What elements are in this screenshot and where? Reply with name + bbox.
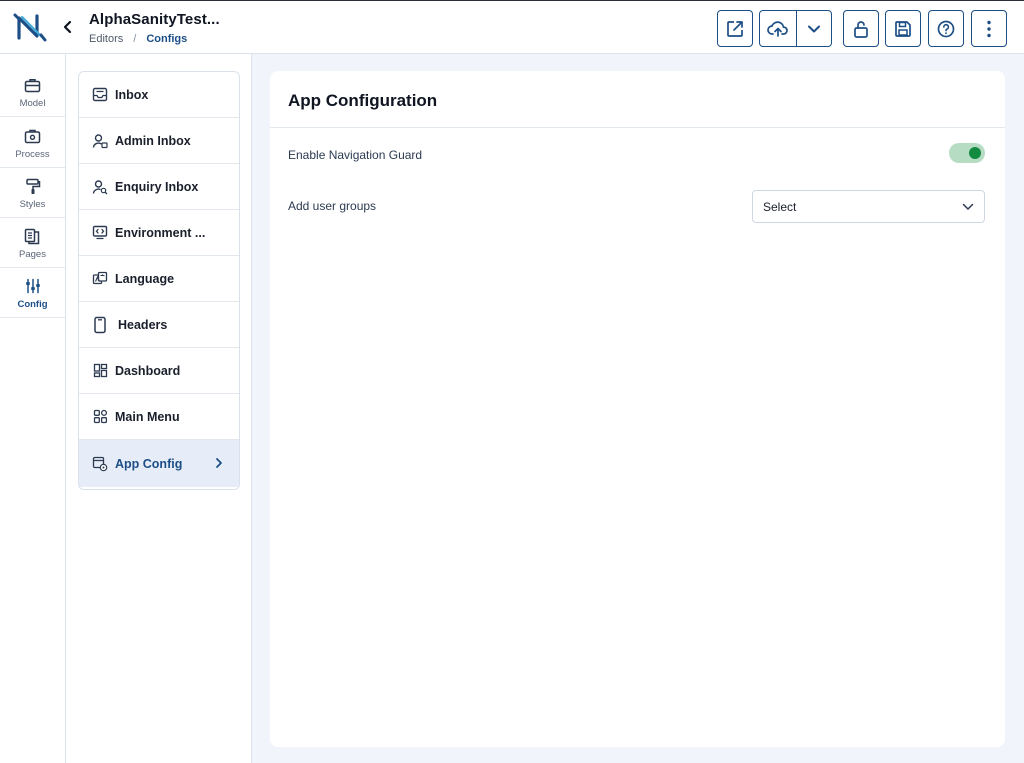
briefcase-icon <box>24 76 42 94</box>
rail-label-config: Config <box>17 299 48 310</box>
config-item-headers[interactable]: Headers <box>79 302 239 348</box>
config-list-panel: Inbox Admin Inbox Enquiry Inbox Environm… <box>66 54 252 763</box>
title-divider <box>270 127 1005 128</box>
chevron-down-icon <box>962 201 974 213</box>
config-item-main-menu[interactable]: Main Menu <box>79 394 239 440</box>
page-title: App Configuration <box>288 91 438 110</box>
pages-icon <box>24 227 42 245</box>
more-options-button[interactable] <box>971 10 1007 47</box>
breadcrumb-separator: / <box>133 33 137 45</box>
publish-split-button <box>759 10 832 47</box>
mobile-icon <box>92 316 108 333</box>
sliders-icon <box>24 277 42 295</box>
chevron-down-icon <box>807 25 820 32</box>
user-groups-label: Add user groups <box>288 199 377 213</box>
rail-label-model: Model <box>19 98 46 109</box>
config-item-label: Headers <box>118 317 168 332</box>
top-header: AlphaSanityTest... Editors / Configs <box>0 0 1024 54</box>
unlock-button[interactable] <box>843 10 879 47</box>
rail-item-config[interactable]: Config <box>0 268 65 318</box>
admin-user-icon <box>92 133 108 149</box>
help-button[interactable] <box>928 10 964 47</box>
rail-item-pages[interactable]: Pages <box>0 218 65 268</box>
breadcrumb-configs: Configs <box>146 33 188 45</box>
chevron-left-icon <box>63 20 72 34</box>
inbox-icon <box>92 87 108 103</box>
config-item-label: Main Menu <box>115 409 180 424</box>
publish-options-button[interactable] <box>795 11 832 46</box>
config-item-app-config[interactable]: App Config <box>79 440 239 487</box>
chevron-right-icon <box>213 456 225 470</box>
rail-label-process: Process <box>15 149 50 160</box>
config-list: Inbox Admin Inbox Enquiry Inbox Environm… <box>78 71 240 490</box>
cloud-upload-icon <box>766 20 788 37</box>
config-item-label: App Config <box>115 456 183 471</box>
rail-label-styles: Styles <box>19 199 46 210</box>
config-item-label: Dashboard <box>115 363 181 378</box>
publish-button[interactable] <box>760 11 796 46</box>
back-button[interactable] <box>58 17 76 37</box>
config-item-admin-inbox[interactable]: Admin Inbox <box>79 118 239 164</box>
config-item-enquiry-inbox[interactable]: Enquiry Inbox <box>79 164 239 210</box>
app-title: AlphaSanityTest... <box>89 11 220 28</box>
open-external-button[interactable] <box>717 10 753 47</box>
config-item-environment[interactable]: Environment ... <box>79 210 239 256</box>
select-value: Select <box>763 199 797 214</box>
app-logo-icon[interactable] <box>12 11 48 43</box>
app-settings-icon <box>92 456 108 472</box>
app-configuration-panel: App Configuration Enable Navigation Guar… <box>270 71 1005 747</box>
rail-label-pages: Pages <box>19 249 46 260</box>
config-item-label: Language <box>115 271 175 286</box>
save-button[interactable] <box>885 10 921 47</box>
editor-rail: Model Process Styles Pages Config <box>0 54 66 763</box>
help-circle-icon <box>937 20 955 37</box>
navigation-guard-label: Enable Navigation Guard <box>288 148 423 162</box>
config-item-language[interactable]: Language <box>79 256 239 302</box>
rail-item-model[interactable]: Model <box>0 67 65 117</box>
toggle-knob <box>969 147 981 159</box>
config-item-label: Admin Inbox <box>115 133 191 148</box>
rail-item-process[interactable]: Process <box>0 118 65 168</box>
grid-menu-icon <box>92 409 108 425</box>
breadcrumb-editors[interactable]: Editors <box>89 33 123 45</box>
external-link-icon <box>727 20 743 37</box>
config-item-dashboard[interactable]: Dashboard <box>79 348 239 394</box>
config-item-label: Environment ... <box>115 225 206 240</box>
user-search-icon <box>92 179 108 195</box>
breadcrumb: Editors / Configs <box>89 33 187 45</box>
config-item-label: Enquiry Inbox <box>115 179 199 194</box>
dashboard-icon <box>92 363 108 379</box>
translate-icon <box>92 271 108 287</box>
camera-box-icon <box>24 127 42 145</box>
unlock-icon <box>854 20 868 38</box>
save-icon <box>895 20 911 37</box>
more-vertical-icon <box>987 20 991 37</box>
config-item-inbox[interactable]: Inbox <box>79 72 239 118</box>
code-window-icon <box>92 225 108 241</box>
navigation-guard-toggle[interactable] <box>949 143 985 163</box>
config-item-label: Inbox <box>115 87 149 102</box>
rail-item-styles[interactable]: Styles <box>0 168 65 218</box>
paint-roller-icon <box>24 177 42 195</box>
user-groups-select[interactable]: Select <box>752 190 985 223</box>
